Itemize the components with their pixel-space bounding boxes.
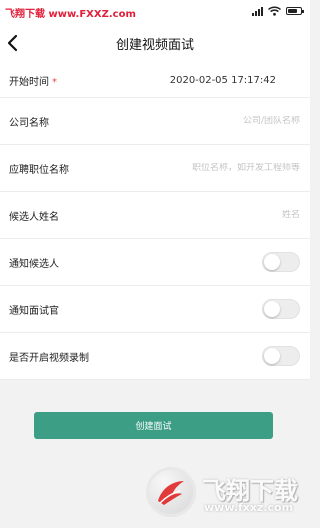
create-interview-button[interactable]: 创建面试 [34,412,273,439]
position-input[interactable] [150,163,300,173]
toggle-knob [264,301,280,317]
page-title: 创建视频面试 [115,38,194,53]
notify-interviewer-row: 通知面试官 [0,286,310,333]
company-input[interactable] [150,116,300,126]
watermark-url: www.fxxz.com [204,501,294,514]
record-video-label: 是否开启视频录制 [9,352,89,364]
candidate-label: 候选人姓名 [9,211,59,223]
battery-icon [286,7,304,15]
record-video-toggle[interactable] [262,346,300,366]
watermark-logo-icon [158,481,184,505]
nav-bar: 创建视频面试 [0,24,310,64]
watermark-text: 飞翔下载 www.FXXZ.com [5,9,136,20]
status-bar: 飞翔下载 www.FXXZ.com [0,0,310,24]
notify-candidate-label: 通知候选人 [9,258,59,270]
notify-candidate-row: 通知候选人 [0,239,310,286]
candidate-row: 候选人姓名 [0,192,310,239]
notify-interviewer-label: 通知面试官 [9,305,59,317]
wifi-icon [268,6,281,16]
toggle-knob [264,254,280,270]
start-time-label: 开始时间 * [9,77,57,88]
start-time-row[interactable]: 开始时间 * 2020-02-05 17:17:42 [0,64,310,98]
status-icons [252,6,304,16]
candidate-input[interactable] [150,210,300,220]
notify-candidate-toggle[interactable] [262,252,300,272]
required-mark: * [52,77,57,88]
position-label: 应聘职位名称 [9,164,69,176]
record-video-row: 是否开启视频录制 [0,333,310,380]
watermark-logo: 飞翔下载 www.fxxz.com [140,465,305,523]
interview-form: 开始时间* 2020-02-05 17:17:42 公司名称 应聘职位名称 候选… [0,64,310,380]
start-time-value[interactable]: 2020-02-05 17:17:42 [170,75,300,86]
toggle-knob [264,348,280,364]
signal-icon [252,6,263,16]
position-row: 应聘职位名称 [0,145,310,192]
company-row: 公司名称 [0,98,310,145]
notify-interviewer-toggle[interactable] [262,299,300,319]
company-label: 公司名称 [9,117,49,129]
